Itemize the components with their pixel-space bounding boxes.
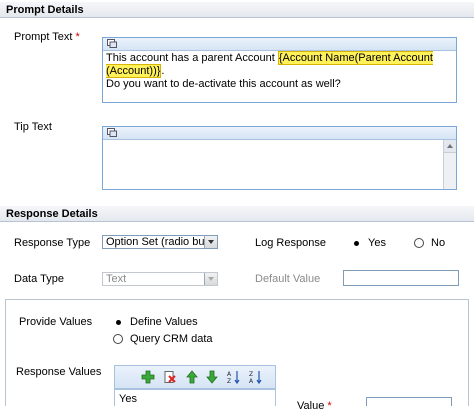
scroll-up-icon[interactable] [444, 140, 456, 153]
chevron-down-icon[interactable] [204, 236, 217, 248]
insert-field-icon[interactable] [107, 39, 117, 48]
required-marker: * [327, 400, 332, 412]
log-response-no-label: No [431, 237, 446, 249]
response-details-header: Response Details [0, 206, 474, 222]
data-type-select: Text [102, 272, 218, 286]
sort-descending-icon[interactable]: Z A [249, 370, 263, 384]
tip-text-scrollbar[interactable] [443, 140, 456, 189]
required-marker: * [75, 31, 80, 43]
tip-text-toolbar [103, 127, 456, 140]
move-down-icon[interactable] [205, 370, 219, 384]
response-type-label: Response Type [14, 237, 91, 249]
add-icon[interactable] [141, 370, 155, 384]
define-values-radio[interactable] [113, 317, 123, 327]
prompt-text-before: This account has a parent Account [106, 52, 278, 64]
log-response-no-radio[interactable] [414, 238, 424, 248]
response-values-list[interactable]: Yes [114, 389, 276, 406]
prompt-text-label-text: Prompt Text [14, 31, 73, 43]
default-value-label: Default Value [255, 273, 321, 285]
response-values-toolbar: A Z Z A [114, 365, 276, 389]
list-item[interactable]: Yes [119, 393, 137, 405]
prompt-text-content[interactable]: This account has a parent Account {Accou… [104, 51, 455, 101]
svg-text:Z: Z [227, 378, 231, 384]
prompt-text-line2: Do you want to de-activate this account … [106, 78, 341, 90]
prompt-text-label: Prompt Text * [14, 31, 80, 43]
value-input[interactable] [366, 397, 452, 406]
response-type-select[interactable]: Option Set (radio but [102, 235, 218, 249]
provide-values-label: Provide Values [19, 316, 93, 328]
log-response-label: Log Response [255, 237, 326, 249]
chevron-down-icon [204, 273, 217, 285]
svg-text:A: A [227, 371, 232, 378]
define-values-label: Define Values [130, 316, 198, 328]
value-label-text: Value [297, 400, 325, 412]
sort-ascending-icon[interactable]: A Z [227, 370, 241, 384]
data-type-label: Data Type [14, 273, 64, 285]
insert-field-icon[interactable] [107, 128, 117, 137]
prompt-text-toolbar [103, 38, 456, 51]
tip-text-editor[interactable] [102, 126, 457, 190]
response-type-value: Option Set (radio but [106, 236, 208, 248]
svg-text:A: A [249, 378, 254, 384]
log-response-yes-label: Yes [368, 237, 386, 249]
prompt-text-after: . [161, 65, 165, 77]
query-crm-data-label: Query CRM data [130, 333, 213, 345]
svg-text:Z: Z [249, 371, 253, 378]
default-value-input[interactable] [343, 270, 459, 286]
response-values-label: Response Values [16, 366, 102, 378]
data-type-value: Text [106, 273, 127, 285]
query-crm-data-radio[interactable] [113, 334, 123, 344]
value-label: Value * [297, 400, 332, 412]
log-response-yes-radio[interactable] [351, 238, 361, 248]
prompt-text-editor[interactable]: This account has a parent Account {Accou… [102, 37, 457, 103]
delete-icon[interactable] [163, 370, 177, 384]
tip-text-label: Tip Text [14, 121, 52, 133]
prompt-details-header: Prompt Details [0, 2, 474, 18]
move-up-icon[interactable] [185, 370, 199, 384]
